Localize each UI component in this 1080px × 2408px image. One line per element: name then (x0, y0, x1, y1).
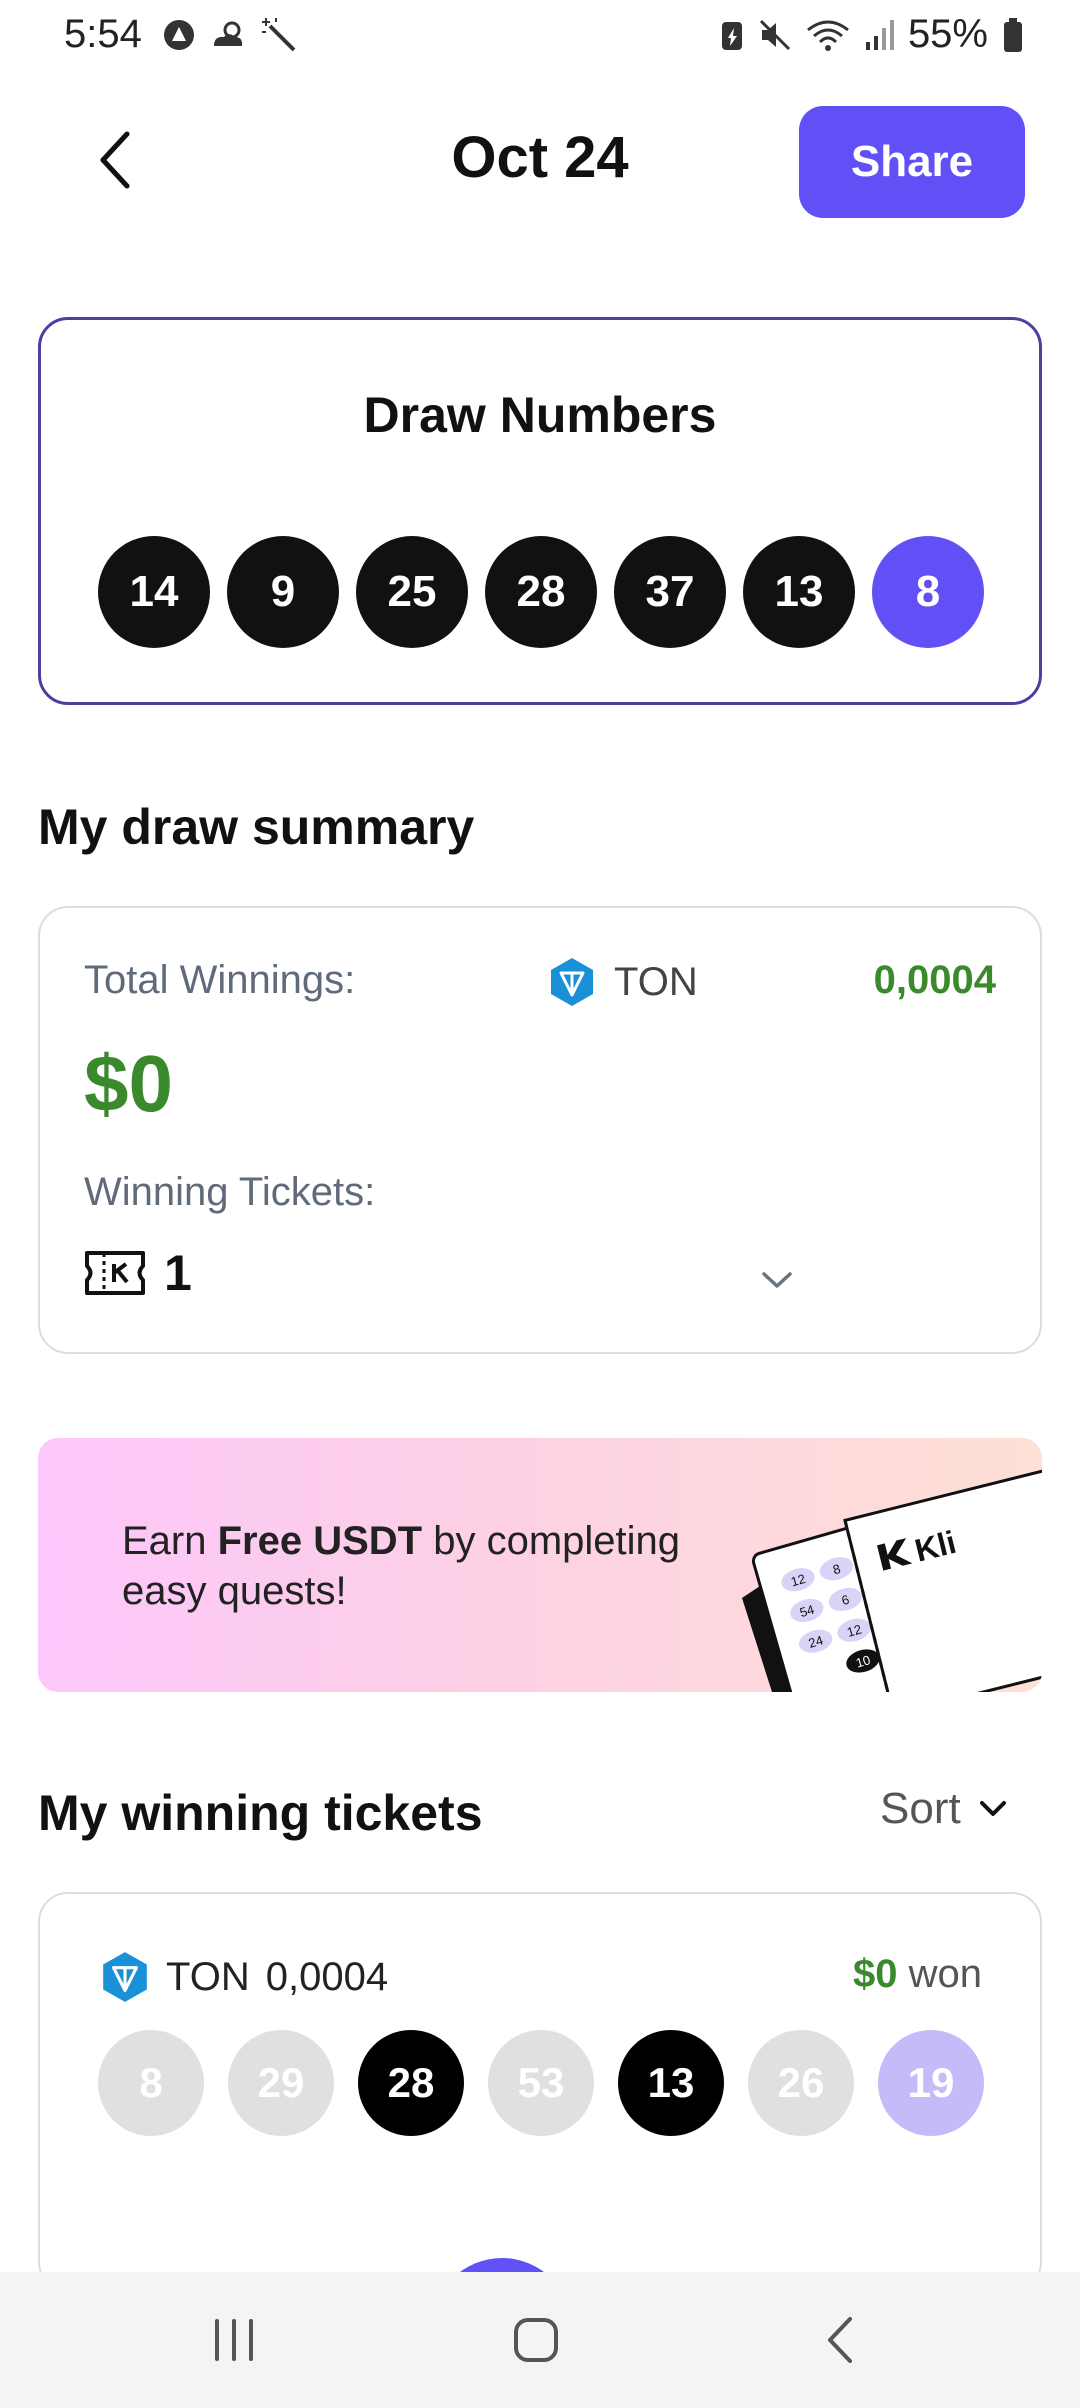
total-winnings-label: Total Winnings: (84, 958, 356, 1002)
winning-tickets-label: Winning Tickets: (84, 1170, 376, 1214)
promo-text-start: Earn (122, 1519, 218, 1563)
draw-ball: 25 (356, 536, 468, 648)
ticket-icon (85, 1251, 145, 1295)
promo-text: Earn Free USDT by completing easy quests… (122, 1516, 762, 1616)
status-left-icons (162, 16, 298, 54)
mute-icon (759, 19, 790, 50)
ton-icon (551, 958, 593, 1006)
notification-app-icon (164, 20, 194, 50)
chevron-down-icon (979, 1801, 1006, 1816)
ticket-ball: 13 (618, 2030, 724, 2136)
home-icon (514, 2318, 558, 2362)
winning-tickets-count-row: 1 (84, 1244, 192, 1302)
ticket-illustration: 12 8 54 6 24 12 10 Kli (742, 1465, 1042, 1692)
status-time: 5:54 (64, 12, 142, 56)
winning-tickets-count: 1 (164, 1245, 192, 1301)
share-button[interactable]: Share (799, 106, 1025, 218)
draw-summary-card: Total Winnings: TON 0,0004 $0 Winning Ti… (38, 906, 1042, 1354)
ticket-ball: 28 (358, 2030, 464, 2136)
ticket-header: TON 0,0004 (100, 1950, 388, 2004)
ticket-ball: 53 (488, 2030, 594, 2136)
draw-bonus-ball: 8 (872, 536, 984, 648)
ticket-won-amount: $0 (852, 1952, 898, 1996)
currency-tag: TON (548, 956, 698, 1008)
draw-balls: 14 9 25 28 37 13 8 (98, 536, 984, 648)
draw-ball: 9 (227, 536, 339, 648)
draw-ball: 28 (485, 536, 597, 648)
ticket-currency: TON (166, 1954, 250, 1999)
system-back-button[interactable] (780, 2300, 900, 2380)
sort-label: Sort (880, 1784, 961, 1833)
ticket-won-label: won (908, 1952, 982, 1996)
battery-icon (1004, 17, 1022, 52)
currency-label: TON (614, 959, 698, 1004)
wifi-icon (807, 20, 849, 51)
draw-summary-title: My draw summary (38, 799, 475, 855)
ton-icon (103, 1952, 147, 2002)
ticket-ball: 29 (228, 2030, 334, 2136)
status-bar: 5:54 55% (0, 0, 1080, 72)
battery-saver-icon (721, 21, 742, 50)
battery-percent: 55% (907, 12, 988, 56)
winning-tickets-title: My winning tickets (38, 1785, 483, 1841)
back-icon (828, 2317, 852, 2363)
draw-numbers-title: Draw Numbers (363, 387, 717, 443)
ticket-ball: 26 (748, 2030, 854, 2136)
recent-apps-icon (215, 2319, 253, 2361)
sort-button[interactable]: Sort (880, 1784, 1007, 1834)
quests-promo-banner[interactable]: Earn Free USDT by completing easy quests… (38, 1438, 1042, 1692)
ticket-ball: 8 (98, 2030, 204, 2136)
signal-icon (865, 19, 894, 50)
system-nav-bar (0, 2272, 1080, 2408)
status-right-icons: 55% (720, 12, 1024, 57)
promo-text-bold: Free USDT (217, 1519, 423, 1563)
draw-ball: 37 (614, 536, 726, 648)
winning-ticket-card[interactable]: TON 0,0004 $0 won 8 29 28 53 13 26 19 (38, 1892, 1042, 2292)
weather-icon (214, 21, 243, 46)
home-button[interactable] (476, 2300, 596, 2380)
ticket-balls: 8 29 28 53 13 26 19 (98, 2030, 984, 2136)
draw-numbers-card: Draw Numbers 14 9 25 28 37 13 8 (38, 317, 1042, 705)
draw-ball: 13 (743, 536, 855, 648)
currency-amount: 0,0004 (873, 958, 996, 1002)
ticket-amount: 0,0004 (265, 1954, 389, 1999)
total-winnings-value: $0 (84, 1039, 173, 1128)
magic-wand-icon (262, 18, 296, 52)
chevron-down-icon (762, 1272, 792, 1288)
ticket-bonus-ball: 19 (878, 2030, 984, 2136)
expand-tickets-button[interactable] (752, 1260, 802, 1300)
recent-apps-button[interactable] (174, 2300, 294, 2380)
ticket-won: $0 won (853, 1952, 982, 1997)
draw-ball: 14 (98, 536, 210, 648)
